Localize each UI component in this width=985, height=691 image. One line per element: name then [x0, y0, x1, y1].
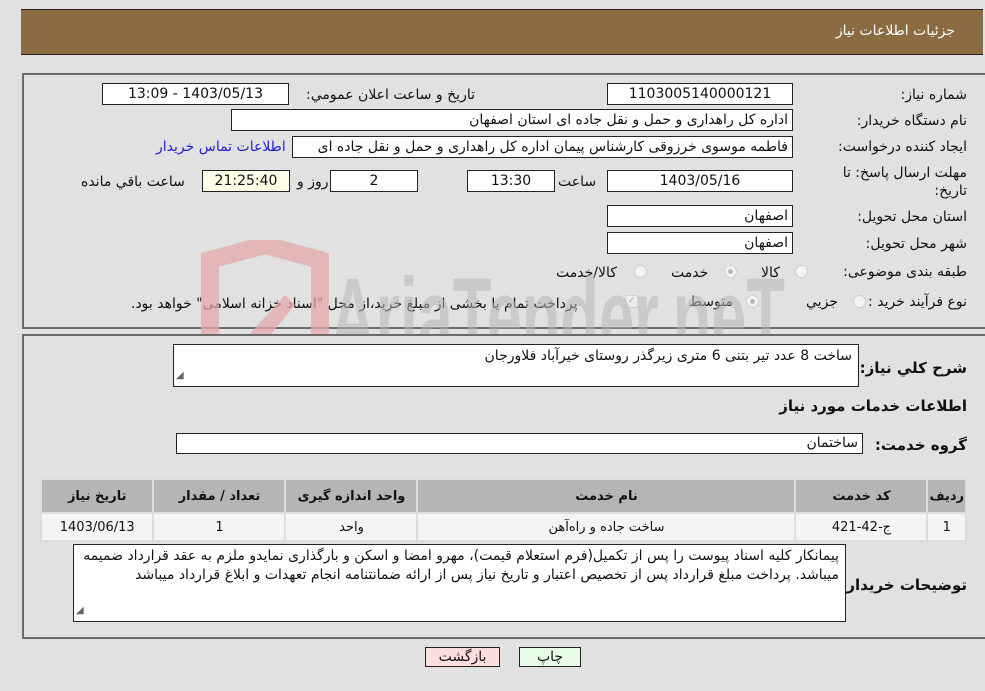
services-heading: اطلاعات خدمات مورد نیاز: [779, 397, 967, 415]
city-field: اصفهان: [607, 232, 793, 254]
deadline-time-field: 13:30: [467, 170, 555, 192]
announce-datetime-label: تاریخ و ساعت اعلان عمومي:: [306, 87, 475, 103]
col-service-name: نام خدمت: [416, 478, 797, 514]
service-group-label: گروه خدمت:: [874, 436, 967, 454]
buyer-org-label: نام دستگاه خریدار:: [856, 113, 967, 129]
need-number-field: 1103005140000121: [607, 83, 793, 105]
need-number-label: شماره نیاز:: [900, 87, 968, 103]
summary-text: ساخت 8 عدد تیر بتنی 6 متری زیرگذر روستای…: [484, 348, 852, 364]
purchase-type-label: نوع فرآیند خرید :: [868, 294, 967, 310]
requester-field: فاطمه موسوی خرزوقی کارشناس پیمان اداره ک…: [292, 136, 793, 158]
category-label: طبقه بندی موضوعی:: [843, 264, 967, 280]
category-radio-goods-service[interactable]: [634, 265, 647, 278]
summary-label: شرح کلي نياز:: [859, 359, 967, 377]
time-remaining-field: 21:25:40: [202, 170, 290, 192]
services-table: ردیف کد خدمت نام خدمت واحد اندازه گیری ت…: [39, 478, 967, 542]
resize-grip-icon[interactable]: ◢: [176, 366, 184, 385]
deadline-time-label: ساعت: [558, 174, 597, 190]
deadline-label-date: تاریخ:: [934, 183, 967, 199]
buyer-org-field: اداره کل راهداری و حمل و نقل جاده ای است…: [231, 109, 793, 131]
table-row: 1 ج-42-421 ساخت جاده و راه‌آهن واحد 1 14…: [39, 512, 967, 542]
announce-datetime-field: 1403/05/13 - 13:09: [102, 83, 289, 105]
deadline-date-field: 1403/05/16: [607, 170, 793, 192]
buyer-notes-text: پیمانکار کلیه اسناد پیوست را پس از تکمیل…: [83, 548, 839, 583]
print-button[interactable]: چاپ: [519, 647, 581, 667]
days-remaining-field: 2: [330, 170, 418, 192]
days-label: روز و: [297, 174, 329, 190]
service-group-field: ساختمان: [176, 433, 863, 454]
summary-textarea[interactable]: ساخت 8 عدد تیر بتنی 6 متری زیرگذر روستای…: [173, 344, 859, 387]
col-unit: واحد اندازه گیری: [284, 478, 419, 514]
city-label: شهر محل تحویل:: [865, 236, 967, 252]
deadline-label: مهلت ارسال پاسخ: تا: [842, 165, 967, 181]
cell-unit: واحد: [284, 512, 419, 542]
time-remaining-label: ساعت باقي مانده: [81, 174, 185, 190]
purchase-option-minor: جزيي: [806, 294, 838, 310]
category-option-service: خدمت: [671, 265, 709, 281]
requester-label: ایجاد کننده درخواست:: [838, 139, 967, 155]
category-option-goods: کالا: [761, 265, 780, 281]
back-button[interactable]: بازگشت: [425, 647, 500, 667]
treasury-note: پرداخت تمام یا بخشی از مبلغ خرید،از محل …: [131, 296, 578, 312]
cell-quantity: 1: [152, 512, 287, 542]
buyer-notes-label: توضیحات خریدار:: [840, 576, 967, 594]
province-field: اصفهان: [607, 205, 793, 227]
category-radio-goods[interactable]: [795, 265, 808, 278]
col-need-date: تاریخ نیاز: [39, 478, 155, 514]
cell-service-name: ساخت جاده و راه‌آهن: [416, 512, 797, 542]
province-label: استان محل تحویل:: [857, 209, 967, 225]
category-option-goods-service: کالا/خدمت: [556, 265, 617, 281]
purchase-option-medium: متوسط: [689, 294, 733, 310]
table-header-row: ردیف کد خدمت نام خدمت واحد اندازه گیری ت…: [39, 478, 967, 514]
purchase-radio-minor[interactable]: [853, 295, 866, 308]
treasury-checkbox[interactable]: ✓: [625, 295, 638, 308]
cell-service-code: ج-42-421: [794, 512, 929, 542]
purchase-radio-medium[interactable]: [746, 295, 759, 308]
page-header: جزئیات اطلاعات نیاز: [21, 9, 983, 55]
col-quantity: تعداد / مقدار: [152, 478, 287, 514]
col-service-code: کد خدمت: [794, 478, 929, 514]
category-radio-service[interactable]: [724, 265, 737, 278]
buyer-notes-textarea[interactable]: پیمانکار کلیه اسناد پیوست را پس از تکمیل…: [73, 544, 846, 622]
cell-need-date: 1403/06/13: [39, 512, 155, 542]
buyer-contact-link[interactable]: اطلاعات تماس خریدار: [156, 139, 286, 155]
cell-row: 1: [926, 512, 967, 542]
resize-grip-icon[interactable]: ◢: [76, 601, 84, 620]
col-row: ردیف: [926, 478, 967, 514]
page-title: جزئیات اطلاعات نیاز: [835, 23, 955, 39]
